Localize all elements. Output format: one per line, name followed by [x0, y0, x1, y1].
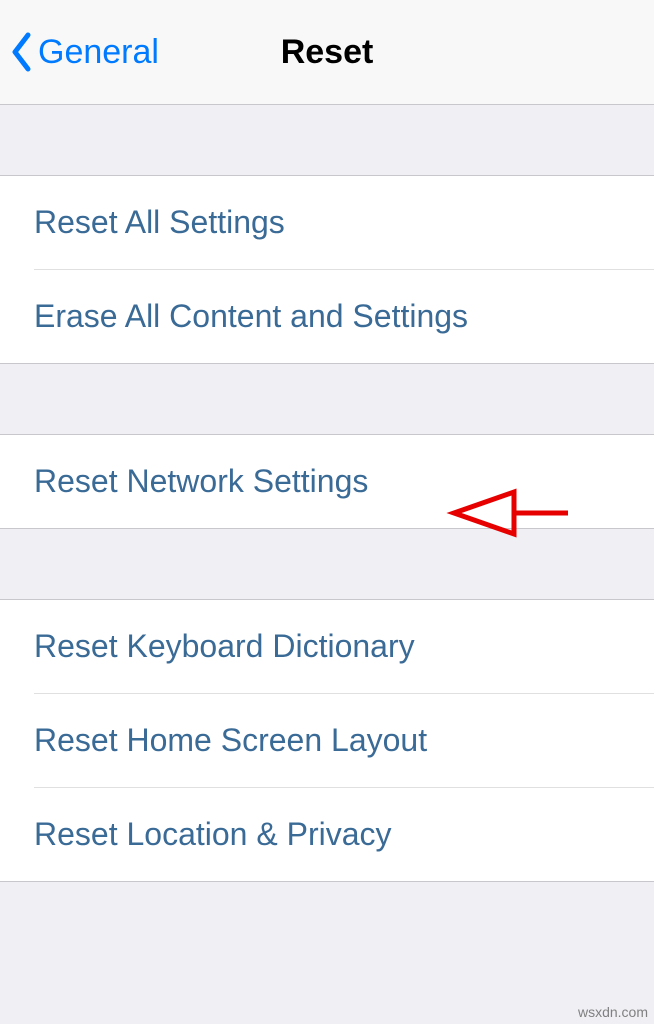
reset-location-privacy-item[interactable]: Reset Location & Privacy — [0, 788, 654, 881]
reset-group-2: Reset Network Settings — [0, 434, 654, 529]
section-spacer — [0, 529, 654, 599]
chevron-left-icon — [10, 32, 32, 72]
section-spacer — [0, 364, 654, 434]
reset-home-screen-layout-item[interactable]: Reset Home Screen Layout — [0, 694, 654, 787]
watermark: wsxdn.com — [578, 1004, 648, 1020]
erase-all-content-item[interactable]: Erase All Content and Settings — [0, 270, 654, 363]
item-label: Reset All Settings — [34, 204, 285, 240]
item-label: Reset Location & Privacy — [34, 816, 392, 852]
back-label: General — [38, 33, 159, 72]
reset-keyboard-dictionary-item[interactable]: Reset Keyboard Dictionary — [0, 600, 654, 693]
item-label: Reset Keyboard Dictionary — [34, 628, 415, 664]
item-label: Erase All Content and Settings — [34, 298, 468, 334]
section-spacer — [0, 105, 654, 175]
navigation-bar: General Reset — [0, 0, 654, 105]
back-button[interactable]: General — [0, 32, 159, 72]
reset-network-settings-item[interactable]: Reset Network Settings — [0, 435, 654, 528]
reset-group-1: Reset All Settings Erase All Content and… — [0, 175, 654, 364]
item-label: Reset Network Settings — [34, 463, 368, 499]
item-label: Reset Home Screen Layout — [34, 722, 427, 758]
reset-group-3: Reset Keyboard Dictionary Reset Home Scr… — [0, 599, 654, 882]
page-title: Reset — [281, 33, 374, 72]
reset-all-settings-item[interactable]: Reset All Settings — [0, 176, 654, 269]
